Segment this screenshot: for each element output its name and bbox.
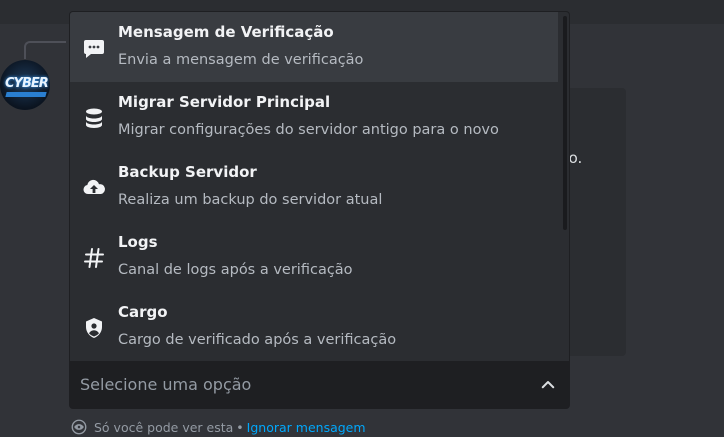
- select-menu[interactable]: Selecione uma opção: [69, 361, 570, 409]
- ephemeral-text: Só você pode ver esta: [94, 419, 234, 435]
- cloud-upload-icon: [83, 179, 105, 195]
- avatar-logo-band: [5, 92, 47, 97]
- database-icon: [86, 108, 102, 128]
- hashtag-icon: [84, 248, 104, 268]
- dismiss-message-link[interactable]: Ignorar mensagem: [247, 420, 366, 435]
- option-description: Realiza um backup do servidor atual: [118, 192, 383, 208]
- separator-dot: •: [236, 419, 244, 435]
- chevron-up-icon[interactable]: [539, 376, 557, 394]
- option-cargo[interactable]: Cargo Cargo de verificado após a verific…: [70, 292, 558, 362]
- option-mensagem-verificacao[interactable]: Mensagem de Verificação Envia a mensagem…: [70, 12, 558, 82]
- select-placeholder: Selecione uma opção: [80, 375, 252, 394]
- shield-person-icon: [86, 318, 102, 338]
- dropdown-scrollbar[interactable]: [563, 16, 567, 230]
- avatar-logo-text: CYBER: [5, 76, 49, 91]
- option-title: Migrar Servidor Principal: [118, 93, 331, 111]
- option-description: Cargo de verificado após a verificação: [118, 332, 397, 348]
- eye-icon: [71, 419, 87, 435]
- chat-bubble-icon: [84, 40, 104, 58]
- option-title: Cargo: [118, 303, 168, 321]
- option-title: Mensagem de Verificação: [118, 23, 334, 41]
- option-title: Backup Servidor: [118, 163, 257, 181]
- option-description: Migrar configurações do servidor antigo …: [118, 122, 499, 138]
- avatar[interactable]: CYBER: [0, 60, 50, 110]
- reply-spine: [24, 41, 66, 59]
- option-migrar-servidor[interactable]: Migrar Servidor Principal Migrar configu…: [70, 82, 558, 152]
- ephemeral-notice: Só você pode ver esta • Ignorar mensagem: [70, 418, 366, 436]
- option-logs[interactable]: Logs Canal de logs após a verificação: [70, 222, 558, 292]
- option-description: Envia a mensagem de verificação: [118, 52, 364, 68]
- select-menu-dropdown: Mensagem de Verificação Envia a mensagem…: [69, 11, 570, 362]
- option-description: Canal de logs após a verificação: [118, 262, 353, 278]
- option-backup-servidor[interactable]: Backup Servidor Realiza um backup do ser…: [70, 152, 558, 222]
- option-title: Logs: [118, 233, 158, 251]
